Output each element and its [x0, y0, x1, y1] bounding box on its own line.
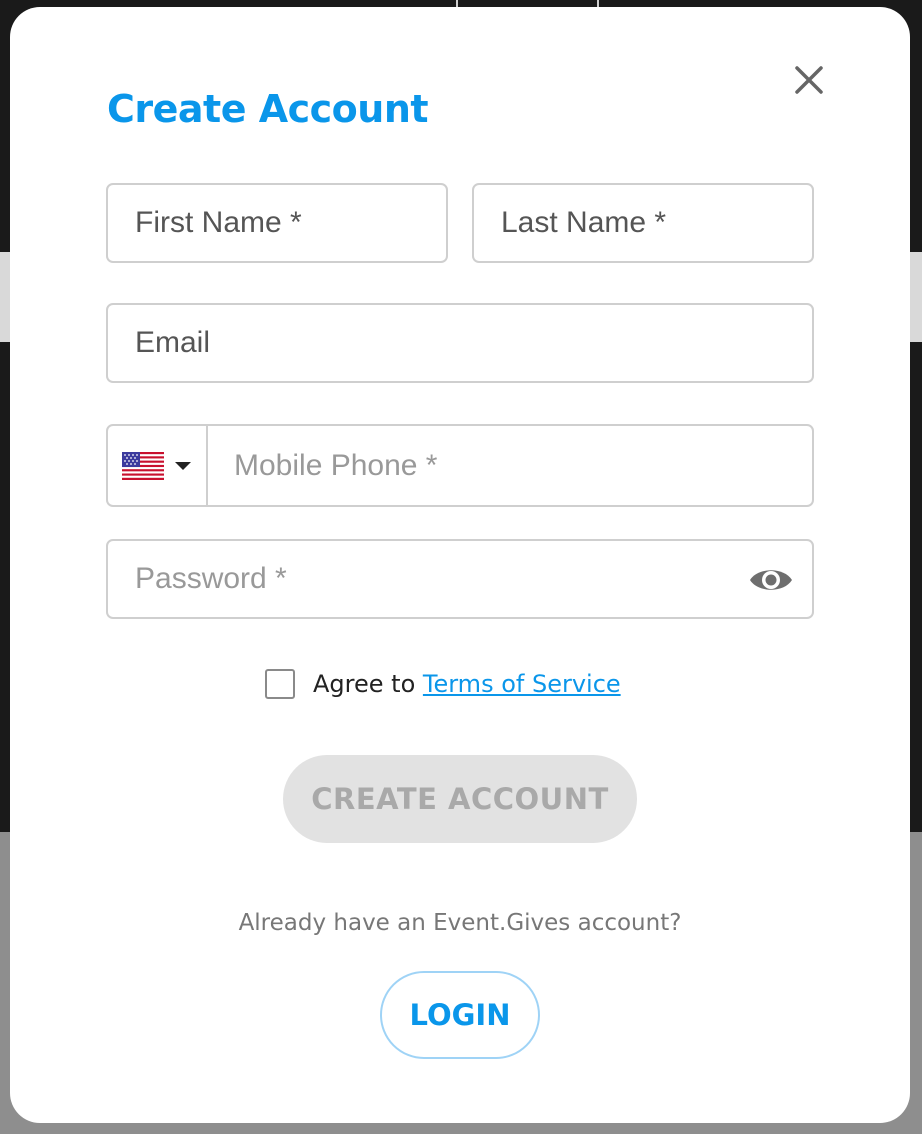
terms-row: Agree to Terms of Service	[265, 667, 621, 701]
phone-input-wrapper	[208, 426, 812, 505]
create-account-button[interactable]: CREATE ACCOUNT	[283, 755, 637, 843]
terms-checkbox[interactable]	[265, 669, 295, 699]
terms-prefix: Agree to	[313, 670, 416, 698]
login-button[interactable]: LOGIN	[380, 971, 540, 1059]
create-account-modal: Create Account First Name * Last Name * …	[10, 7, 910, 1123]
modal-title: Create Account	[107, 87, 429, 131]
email-input[interactable]	[108, 305, 812, 381]
eye-icon[interactable]	[748, 563, 794, 597]
already-have-account-text: Already have an Event.Gives account?	[238, 910, 682, 936]
phone-field-container	[106, 424, 814, 507]
password-visibility-toggle[interactable]	[748, 563, 794, 597]
terms-text: Agree to Terms of Service	[313, 670, 621, 698]
first-name-input[interactable]	[108, 185, 446, 261]
mobile-phone-input[interactable]	[208, 426, 812, 505]
us-flag-icon	[122, 451, 164, 480]
password-field-container	[106, 539, 814, 619]
password-input[interactable]	[108, 541, 812, 617]
terms-of-service-link[interactable]: Terms of Service	[423, 670, 621, 698]
email-field-container	[106, 303, 814, 383]
last-name-field-container	[472, 183, 814, 263]
caret-down-icon	[175, 461, 191, 470]
last-name-input[interactable]	[474, 185, 812, 261]
close-button[interactable]	[790, 61, 828, 99]
close-icon[interactable]	[790, 61, 828, 99]
first-name-field-container	[106, 183, 448, 263]
country-code-selector[interactable]	[108, 426, 208, 505]
